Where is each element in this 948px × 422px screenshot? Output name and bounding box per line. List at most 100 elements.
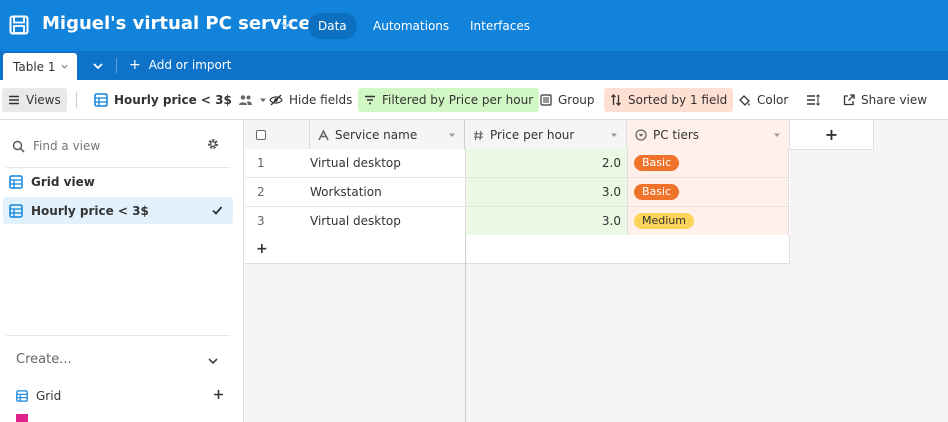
current-view-button[interactable]: Hourly price < 3$ — [88, 88, 273, 112]
tier-cell[interactable]: Basic — [627, 149, 789, 177]
row-height-icon — [807, 94, 820, 106]
tier-pill: Basic — [634, 184, 680, 200]
sidebar-item-label: Hourly price < 3$ — [31, 203, 149, 218]
grid-header: Service name Price per hour PC tiers — [245, 120, 790, 150]
frozen-column-divider — [465, 235, 466, 422]
create-form-button[interactable] — [16, 414, 228, 422]
share-view-label: Share view — [861, 93, 928, 107]
add-column-button[interactable]: + — [790, 120, 874, 150]
chevron-down-icon[interactable] — [60, 62, 69, 71]
table-row[interactable]: 2 Workstation 3.0 Basic — [245, 178, 790, 207]
color-label: Color — [757, 93, 789, 107]
share-view-button[interactable]: Share view — [837, 88, 933, 112]
divider — [76, 92, 77, 108]
caret-down-icon[interactable] — [448, 131, 456, 139]
search-icon — [12, 140, 25, 153]
column-header-label: Service name — [335, 128, 418, 142]
sidebar-item-grid-view[interactable]: Grid view — [3, 168, 233, 195]
hide-fields-button[interactable]: Hide fields — [263, 88, 358, 112]
select-all-checkbox[interactable] — [256, 130, 266, 140]
column-header-label: Price per hour — [490, 128, 575, 142]
divider — [116, 58, 117, 73]
base-icon[interactable] — [9, 15, 29, 35]
table-tab-bar: Table 1 + Add or import — [0, 51, 948, 80]
sort-button[interactable]: Sorted by 1 field — [604, 88, 734, 112]
price-cell[interactable]: 3.0 — [465, 207, 627, 235]
sort-icon — [611, 94, 621, 106]
filter-button[interactable]: Filtered by Price per hour — [358, 88, 540, 112]
paint-bucket-icon — [739, 94, 750, 106]
sort-label: Sorted by 1 field — [628, 93, 728, 107]
grid-view-icon — [9, 203, 23, 218]
hide-fields-label: Hide fields — [289, 93, 353, 107]
text-field-icon — [318, 129, 329, 140]
single-select-icon — [635, 129, 647, 141]
tab-automations[interactable]: Automations — [363, 13, 459, 39]
create-section-label[interactable]: Create... — [16, 352, 72, 367]
filter-icon — [365, 95, 375, 105]
number-field-icon — [474, 130, 483, 140]
add-or-import-button[interactable]: + Add or import — [129, 51, 232, 80]
create-grid-button[interactable]: Grid — [16, 386, 228, 406]
tier-cell[interactable]: Basic — [627, 178, 789, 206]
chevron-down-icon[interactable] — [207, 355, 219, 367]
create-item-label: Grid — [36, 389, 62, 403]
share-icon — [843, 94, 855, 106]
column-header-label: PC tiers — [653, 128, 700, 142]
checkmark-icon — [212, 206, 223, 215]
view-toolbar: Views Hourly price < 3$ Hide fields Filt… — [0, 80, 948, 120]
plus-icon: + — [824, 125, 839, 144]
find-view-input[interactable] — [33, 139, 193, 153]
current-view-label: Hourly price < 3$ — [114, 93, 232, 107]
price-cell[interactable]: 3.0 — [465, 178, 627, 206]
plus-icon — [214, 390, 223, 399]
gear-icon[interactable] — [206, 137, 220, 151]
group-label: Group — [558, 93, 595, 107]
divider — [6, 335, 230, 336]
group-icon — [540, 94, 552, 106]
row-height-button[interactable] — [800, 88, 826, 112]
plus-icon: + — [129, 57, 141, 73]
filter-label: Filtered by Price per hour — [382, 93, 534, 107]
collaborative-users-icon — [238, 95, 252, 105]
sidebar-item-hourly-price[interactable]: Hourly price < 3$ — [3, 197, 233, 224]
service-name-cell[interactable]: Workstation — [310, 178, 465, 206]
table-row[interactable]: 3 Virtual desktop 3.0 Medium — [245, 207, 790, 236]
find-view-field[interactable] — [12, 136, 222, 156]
select-all-column — [245, 120, 310, 150]
chevron-down-icon[interactable] — [280, 19, 292, 31]
service-name-cell[interactable]: Virtual desktop — [310, 149, 465, 177]
price-cell[interactable]: 2.0 — [465, 149, 627, 177]
add-row-button[interactable]: + — [245, 235, 790, 264]
table-row[interactable]: 1 Virtual desktop 2.0 Basic — [245, 149, 790, 178]
views-sidebar: Grid view Hourly price < 3$ Create... Gr… — [0, 120, 244, 422]
caret-down-icon[interactable] — [610, 131, 618, 139]
views-label: Views — [26, 93, 61, 107]
grid-view: Service name Price per hour PC tiers + 1… — [245, 120, 948, 422]
tier-pill: Basic — [634, 155, 680, 171]
base-title[interactable]: Miguel's virtual PC service — [42, 13, 311, 34]
plus-icon: + — [256, 241, 268, 257]
column-header-pc-tiers[interactable]: PC tiers — [627, 120, 790, 150]
table-tab-label: Table 1 — [13, 59, 56, 74]
grid-view-icon — [94, 93, 108, 107]
grid-frozen-pane-bg — [245, 264, 466, 422]
form-view-icon — [16, 414, 28, 422]
tab-interfaces[interactable]: Interfaces — [460, 13, 540, 39]
group-button[interactable]: Group — [534, 88, 601, 112]
tier-pill: Medium — [634, 213, 694, 229]
service-name-cell[interactable]: Virtual desktop — [310, 207, 465, 235]
hamburger-icon — [9, 95, 19, 105]
sidebar-item-label: Grid view — [31, 174, 95, 189]
tier-cell[interactable]: Medium — [627, 207, 789, 235]
views-button[interactable]: Views — [2, 88, 67, 112]
caret-down-icon[interactable] — [773, 131, 781, 139]
column-header-service-name[interactable]: Service name — [310, 120, 465, 150]
color-button[interactable]: Color — [732, 88, 794, 112]
tables-menu-chevron-icon[interactable] — [92, 60, 104, 72]
table-tab[interactable]: Table 1 — [3, 53, 77, 80]
add-or-import-label: Add or import — [148, 58, 232, 72]
column-header-price-per-hour[interactable]: Price per hour — [465, 120, 627, 150]
app-header: Miguel's virtual PC service Data Automat… — [0, 0, 948, 51]
tab-data[interactable]: Data — [308, 13, 357, 39]
